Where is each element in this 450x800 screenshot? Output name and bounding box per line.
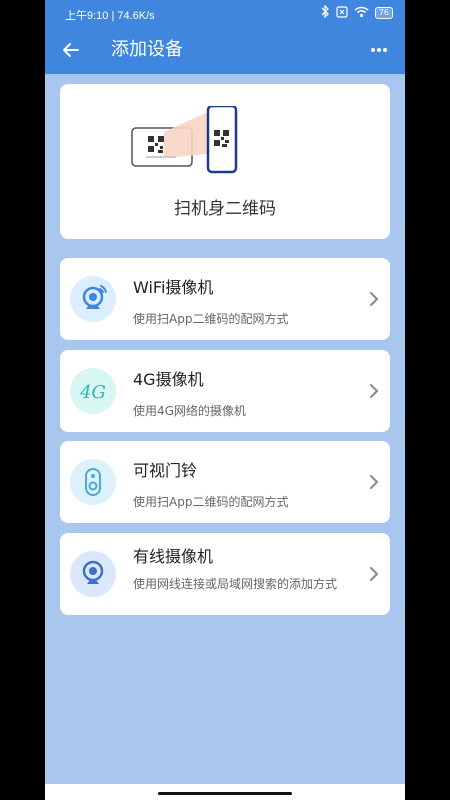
battery-icon: 76 (374, 7, 393, 19)
wifi-camera-icon (70, 276, 116, 322)
wifi-icon (354, 6, 369, 21)
4g-camera-icon: 4G (70, 368, 116, 414)
arrow-left-icon (63, 43, 79, 57)
list-item-wifi-camera[interactable]: WiFi摄像机 使用扫App二维码的配网方式 (60, 258, 390, 340)
bottom-navigation-bar (45, 784, 405, 800)
phone-screen: 上午9:10 | 74.6K/s 76 添加设备 扫机身二维码 WiFi摄像机 … (45, 0, 405, 800)
page-title: 添加设备 (111, 39, 183, 60)
sim-icon (336, 5, 348, 21)
item-title: 可视门铃 (133, 461, 198, 480)
svg-text:4G: 4G (79, 382, 106, 403)
item-subtitle: 使用网线连接或局域网搜索的添加方式 (133, 577, 338, 591)
status-bar: 上午9:10 | 74.6K/s 76 (45, 0, 405, 26)
list-item-4g-camera[interactable]: 4G 4G摄像机 使用4G网络的摄像机 (60, 350, 390, 432)
list-item-wired-camera[interactable]: 有线摄像机 使用网线连接或局域网搜索的添加方式 (60, 533, 390, 615)
scan-qr-card[interactable]: 扫机身二维码 (60, 84, 390, 239)
wired-camera-icon (70, 551, 116, 597)
item-subtitle: 使用扫App二维码的配网方式 (133, 312, 289, 326)
item-title: 4G摄像机 (133, 370, 204, 389)
app-bar: 添加设备 (45, 26, 405, 74)
list-item-video-doorbell[interactable]: 可视门铃 使用扫App二维码的配网方式 (60, 441, 390, 523)
back-button[interactable] (59, 38, 83, 62)
item-title: WiFi摄像机 (133, 278, 214, 297)
bluetooth-icon (321, 4, 330, 21)
status-icons: 76 (321, 4, 393, 21)
item-subtitle: 使用扫App二维码的配网方式 (133, 495, 289, 509)
more-button[interactable] (367, 38, 391, 62)
doorbell-icon (70, 459, 116, 505)
home-indicator[interactable] (158, 792, 292, 795)
chevron-right-icon (370, 475, 379, 489)
scan-qr-label: 扫机身二维码 (174, 199, 276, 219)
status-time-speed: 上午9:10 | 74.6K/s (65, 10, 155, 22)
chevron-right-icon (370, 292, 379, 306)
qr-scan-illustration (131, 106, 238, 174)
chevron-right-icon (370, 567, 379, 581)
item-subtitle: 使用4G网络的摄像机 (133, 404, 246, 418)
item-title: 有线摄像机 (133, 547, 214, 566)
chevron-right-icon (370, 384, 379, 398)
more-dots-icon (371, 48, 387, 52)
